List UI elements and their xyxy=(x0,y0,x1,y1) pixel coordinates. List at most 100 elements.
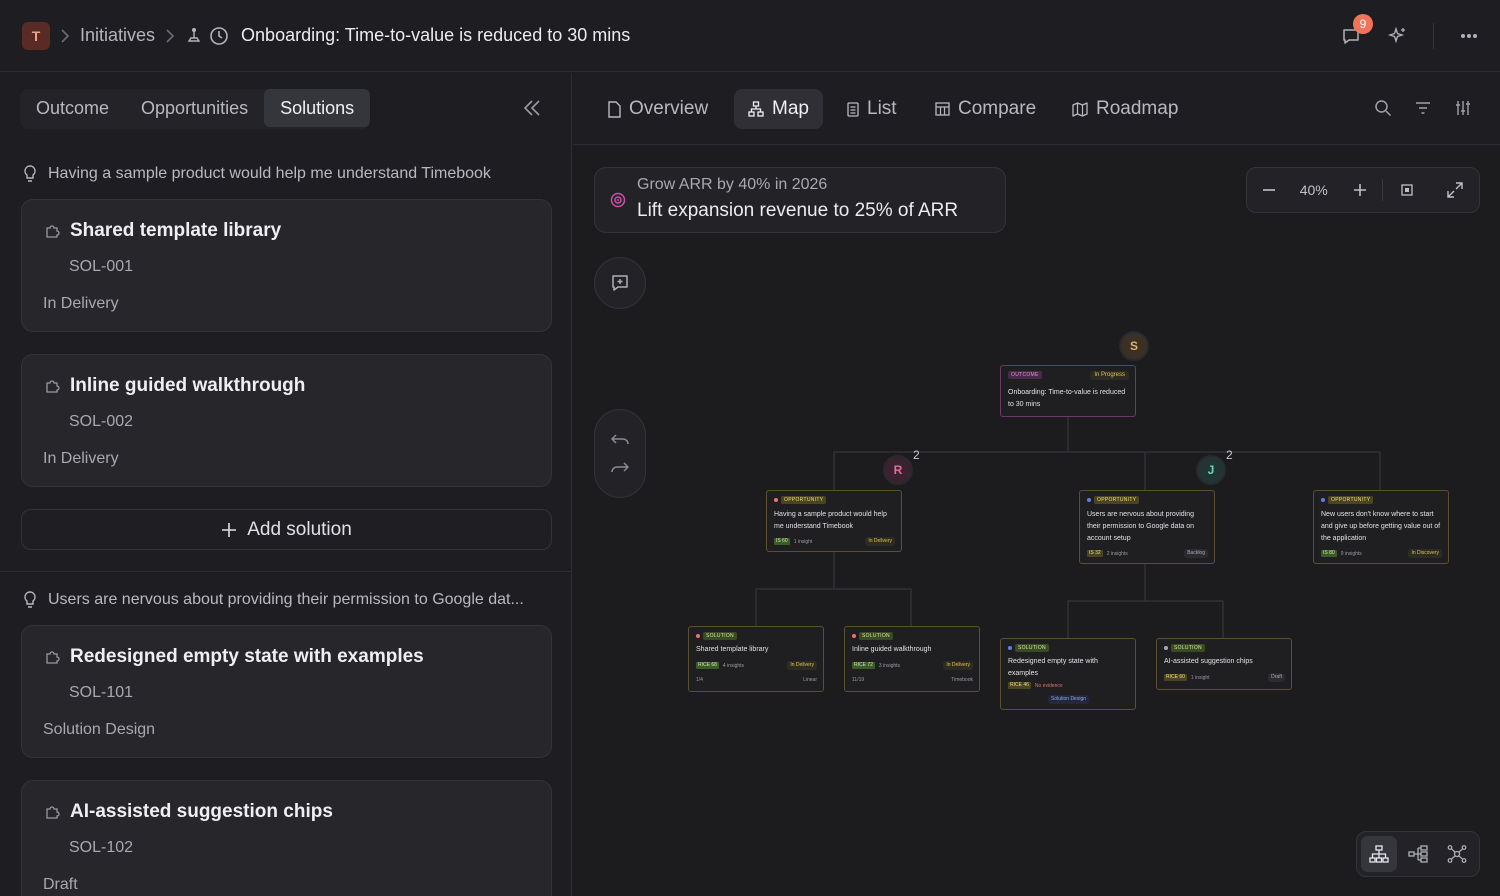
tab-list[interactable]: List xyxy=(833,89,911,129)
group-heading-text: Users are nervous about providing their … xyxy=(48,591,524,608)
collapse-panel-button[interactable] xyxy=(522,99,542,117)
node-meta: IS 60 1 insight In Delivery xyxy=(774,537,895,546)
solution-node[interactable]: SOLUTION Shared template library RICE 68… xyxy=(688,626,824,692)
puzzle-icon xyxy=(44,649,60,665)
node-title: Onboarding: Time-to-value is reduced to … xyxy=(1008,389,1126,408)
score-tag: IS 32 xyxy=(1087,550,1103,557)
tab-solutions[interactable]: Solutions xyxy=(264,89,371,127)
sliders-icon[interactable] xyxy=(1454,99,1472,117)
solution-card[interactable]: Inline guided walkthrough SOL-002 In Del… xyxy=(21,354,552,487)
solution-node[interactable]: SOLUTION Redesigned empty state with exa… xyxy=(1000,638,1136,710)
owner-avatar[interactable]: J xyxy=(1196,455,1226,485)
solution-card[interactable]: AI-assisted suggestion chips SOL-102 Dra… xyxy=(21,780,552,896)
status-dot xyxy=(1008,646,1012,650)
node-status: In Progress xyxy=(1090,371,1129,380)
insights-count: 9 insights xyxy=(1340,550,1362,557)
tab-opportunities[interactable]: Opportunities xyxy=(125,89,264,127)
node-title: Shared template library xyxy=(696,646,769,653)
opportunity-node[interactable]: OPPORTUNITY New users don't know where t… xyxy=(1313,490,1449,564)
add-solution-label: Add solution xyxy=(247,518,352,540)
insights-count: No evidence xyxy=(1034,682,1063,689)
solution-title: AI-assisted suggestion chips xyxy=(70,801,333,822)
node-type: OPPORTUNITY xyxy=(1328,496,1374,504)
solution-node[interactable]: SOLUTION Inline guided walkthrough RICE … xyxy=(844,626,980,692)
insights-count: 3 insights xyxy=(878,662,901,669)
opportunity-group-heading: Having a sample product would help me un… xyxy=(22,165,491,183)
node-status: Draft xyxy=(1268,673,1285,682)
node-type: SOLUTION xyxy=(859,632,893,640)
node-title: Redesigned empty state with examples xyxy=(1008,658,1098,677)
group-heading-text: Having a sample product would help me un… xyxy=(48,165,491,182)
view-tools xyxy=(1374,99,1472,117)
search-icon[interactable] xyxy=(1374,99,1392,117)
table-icon xyxy=(935,102,950,116)
opportunity-node[interactable]: OPPORTUNITY Users are nervous about prov… xyxy=(1079,490,1215,564)
insights-count: 1 insight xyxy=(793,538,813,545)
score-tag: IS 60 xyxy=(774,538,790,545)
node-meta: RICE 68 4 insights In Delivery xyxy=(696,661,817,670)
notification-badge: 9 xyxy=(1353,13,1373,34)
top-bar: T Initiatives Onboarding: Time-to-value … xyxy=(0,0,1500,72)
insights-count: 2 insights xyxy=(1106,550,1128,557)
network-icon xyxy=(1447,845,1467,863)
tree-layout-icon xyxy=(1369,845,1389,863)
node-progress: 1/4 Linear xyxy=(696,677,817,683)
lightbulb-icon xyxy=(24,591,36,608)
owner-avatar[interactable]: S xyxy=(1119,331,1149,361)
node-status: In Discovery xyxy=(1408,549,1442,558)
outcome-node[interactable]: OUTCOME In Progress Onboarding: Time-to-… xyxy=(1000,365,1136,417)
puzzle-icon xyxy=(44,804,60,820)
joystick-icon xyxy=(185,27,203,45)
filter-icon[interactable] xyxy=(1414,99,1432,117)
ai-sparkle-button[interactable] xyxy=(1387,26,1407,46)
node-meta: IS 80 9 insights In Discovery xyxy=(1321,549,1442,558)
solution-id: SOL-102 xyxy=(69,839,134,856)
score-tag: RICE 68 xyxy=(696,662,719,669)
source-label: Timebook xyxy=(951,677,973,683)
tab-map[interactable]: Map xyxy=(734,89,823,129)
node-type: OPPORTUNITY xyxy=(1094,496,1140,504)
tab-compare[interactable]: Compare xyxy=(921,89,1050,129)
node-status: In Delivery xyxy=(865,537,895,546)
solution-card[interactable]: Shared template library SOL-001 In Deliv… xyxy=(21,199,552,332)
insights-count: 4 insights xyxy=(722,662,745,669)
tab-map-label: Map xyxy=(772,98,809,119)
tab-overview[interactable]: Overview xyxy=(593,89,722,129)
node-meta: RICE 60 1 insight Draft xyxy=(1164,673,1285,682)
score-tag: RICE 46 xyxy=(1008,682,1031,689)
add-solution-button[interactable]: Add solution xyxy=(21,509,552,550)
node-title: Having a sample product would help me un… xyxy=(774,511,887,530)
status-dot xyxy=(852,634,856,638)
tab-outcome[interactable]: Outcome xyxy=(20,89,125,127)
map-icon xyxy=(1072,101,1088,117)
layout-network-button[interactable] xyxy=(1439,836,1475,872)
list-icon xyxy=(847,101,859,117)
tab-roadmap[interactable]: Roadmap xyxy=(1058,89,1192,129)
document-icon xyxy=(607,100,621,118)
owner-count: 2 xyxy=(913,448,920,462)
progress-count: 1/4 xyxy=(696,677,703,683)
layout-tree-button[interactable] xyxy=(1361,836,1398,872)
node-meta: IS 32 2 insights Backlog xyxy=(1087,549,1208,558)
solution-id: SOL-001 xyxy=(69,258,134,275)
comments-button[interactable]: 9 xyxy=(1341,13,1373,46)
node-status-row: Solution Design xyxy=(1008,695,1129,704)
node-status: In Delivery xyxy=(943,661,973,670)
layout-horizontal-button[interactable] xyxy=(1400,836,1436,872)
solution-card[interactable]: Redesigned empty state with examples SOL… xyxy=(21,625,552,758)
node-type: OUTCOME xyxy=(1008,371,1042,379)
divider xyxy=(0,571,571,572)
workspace-avatar[interactable]: T xyxy=(22,21,50,50)
node-title: AI-assisted suggestion chips xyxy=(1164,658,1253,665)
owner-avatar[interactable]: R xyxy=(883,455,913,485)
plus-icon xyxy=(222,522,237,537)
node-type: OPPORTUNITY xyxy=(781,496,827,504)
more-button[interactable] xyxy=(1460,33,1478,39)
layout-switcher xyxy=(1356,831,1480,877)
chevron-right-icon xyxy=(60,28,70,43)
breadcrumb-initiatives[interactable]: Initiatives xyxy=(80,25,155,46)
hierarchy-icon xyxy=(748,101,764,117)
map-canvas[interactable]: Grow ARR by 40% in 2026 Lift expansion r… xyxy=(573,146,1500,896)
opportunity-node[interactable]: OPPORTUNITY Having a sample product woul… xyxy=(766,490,902,552)
solution-node[interactable]: SOLUTION AI-assisted suggestion chips RI… xyxy=(1156,638,1292,690)
